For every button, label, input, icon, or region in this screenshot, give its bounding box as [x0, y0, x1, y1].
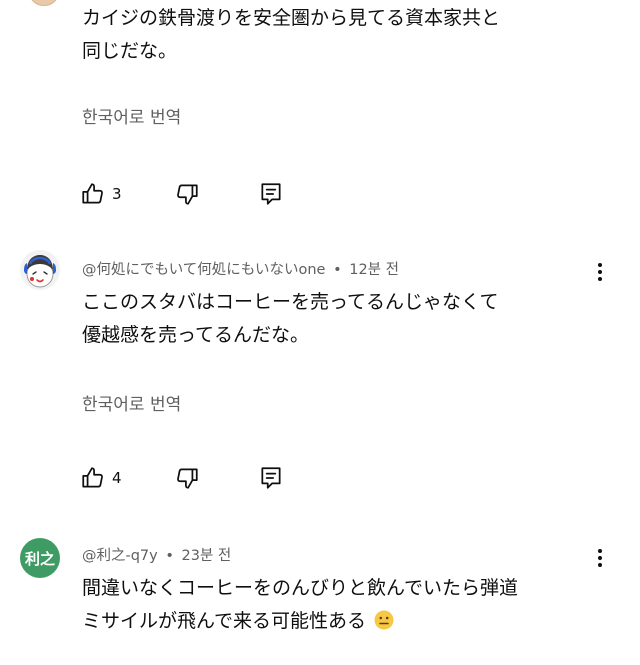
thumbs-down-icon — [177, 184, 198, 205]
meta-separator: • — [333, 262, 342, 278]
comment-time[interactable]: 23분 전 — [182, 548, 232, 564]
more-options-button[interactable] — [590, 260, 610, 284]
avatar[interactable] — [20, 250, 60, 290]
comment-text-line: 同じだな。 — [82, 40, 178, 62]
avatar[interactable]: 利之 — [20, 538, 60, 578]
more-vert-icon — [598, 549, 602, 553]
comment-text-line: ここのスタバはコーヒーを売ってるんじゃなくて — [82, 291, 499, 313]
avatar[interactable] — [28, 0, 60, 6]
comment-text-line: 間違いなくコーヒーをのんびりと飲んでいたら弾道 — [82, 577, 519, 599]
comment-text-line: 優越感を売ってるんだな。 — [82, 324, 310, 346]
avatar-image — [20, 250, 60, 290]
comment-text-line: カイジの鉄骨渡りを安全圏から見てる資本家共と — [82, 7, 501, 29]
comment-time[interactable]: 12분 전 — [349, 262, 399, 278]
more-vert-icon-dot — [598, 563, 602, 567]
translate-button[interactable]: 한국어로 번역 — [82, 103, 181, 128]
comment-text: 間違いなくコーヒーをのんびりと飲んでいたら弾道 ミサイルが飛んで来る可能性ある — [82, 572, 592, 638]
dislike-button[interactable] — [174, 181, 200, 207]
translate-button[interactable]: 한국어로 번역 — [82, 390, 181, 415]
more-vert-icon-dot — [598, 556, 602, 560]
comment-text-line: ミサイルが飛んで来る可能性ある — [82, 610, 367, 632]
avatar-initials: 利之 — [24, 549, 55, 568]
like-count: 3 — [112, 185, 122, 203]
more-options-button[interactable] — [590, 546, 610, 570]
comment-author[interactable]: @利之-q7y — [82, 548, 158, 564]
comment-meta: @利之-q7y • 23분 전 — [82, 544, 231, 565]
like-button[interactable]: 3 — [80, 181, 122, 207]
more-vert-icon — [598, 263, 602, 267]
thumbs-up-icon — [82, 467, 103, 488]
like-count: 4 — [112, 469, 122, 487]
comment-meta: @何処にでもいて何処にもいないone • 12분 전 — [82, 258, 399, 279]
neutral-face-emoji-icon — [374, 610, 394, 630]
reply-icon — [261, 183, 281, 205]
reply-button[interactable] — [258, 465, 284, 491]
dislike-button[interactable] — [174, 465, 200, 491]
reply-button[interactable] — [258, 181, 284, 207]
more-vert-icon-dot — [598, 270, 602, 274]
comment-text: ここのスタバはコーヒーを売ってるんじゃなくて 優越感を売ってるんだな。 — [82, 286, 592, 352]
comment-author[interactable]: @何処にでもいて何処にもいないone — [82, 262, 325, 278]
comment-text: カイジの鉄骨渡りを安全圏から見てる資本家共と 同じだな。 — [82, 2, 592, 68]
meta-separator: • — [165, 548, 174, 564]
thumbs-up-icon — [82, 183, 103, 204]
like-button[interactable]: 4 — [80, 465, 122, 491]
reply-icon — [261, 467, 281, 489]
more-vert-icon-dot — [598, 277, 602, 281]
thumbs-down-icon — [177, 468, 198, 489]
comment-text-line-wrap: ミサイルが飛んで来る可能性ある — [82, 605, 592, 638]
